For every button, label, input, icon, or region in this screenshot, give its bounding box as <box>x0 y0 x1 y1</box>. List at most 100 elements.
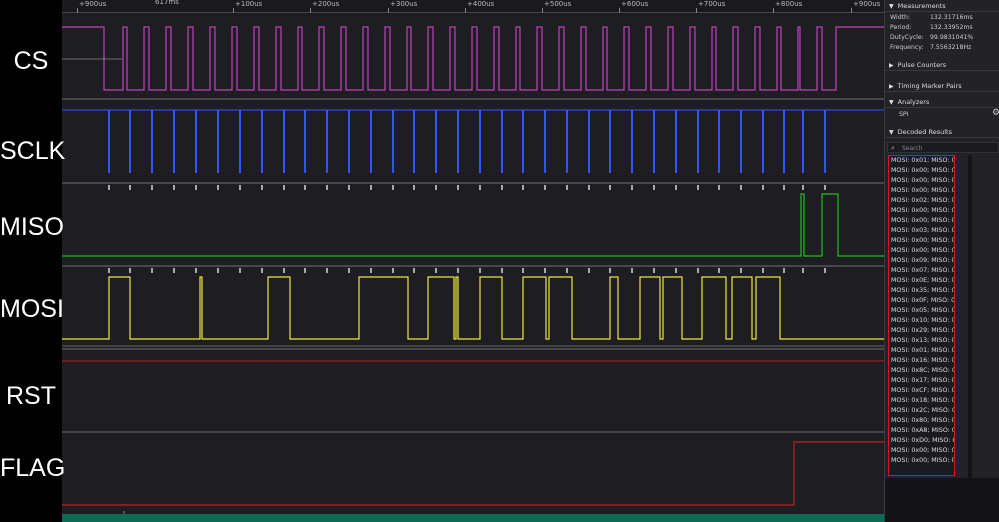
timing-marker-pairs-header[interactable]: ▶ Timing Marker Pairs <box>885 80 999 92</box>
ruler-tick-label: +500us <box>544 0 572 8</box>
ruler-tick-label: +200us <box>312 0 340 8</box>
miso-tick-mark <box>129 268 131 273</box>
decoded-result-row[interactable]: MOSI: 0x00; MISO: 0x00 <box>889 186 954 196</box>
miso-tick-mark <box>304 268 306 273</box>
decoded-result-row[interactable]: MOSI: 0x80; MISO: 0x00 <box>889 416 954 426</box>
miso-tick-mark <box>501 268 503 273</box>
channel-label-rst[interactable]: RST <box>0 381 62 411</box>
sclk-tick-mark <box>129 185 131 190</box>
miso-tick-mark <box>370 268 372 273</box>
analyzer-item-spi[interactable]: SPI <box>899 111 908 118</box>
decoded-result-row[interactable]: MOSI: 0x00; MISO: 0x00 <box>889 216 954 226</box>
decoded-result-row[interactable]: MOSI: 0xA8; MISO: 0x00 <box>889 426 954 436</box>
decoded-result-row[interactable]: MOSI: 0x8C; MISO: 0x00 <box>889 366 954 376</box>
sclk-tick-mark <box>304 185 306 190</box>
sclk-tick-mark <box>392 185 394 190</box>
miso-waveform <box>62 193 884 257</box>
measurements-header[interactable]: ▼ Measurements <box>885 0 999 12</box>
miso-tick-mark <box>217 268 219 273</box>
sclk-tick-mark <box>718 185 720 190</box>
decoded-results-header[interactable]: ▼ Decoded Results <box>885 126 999 138</box>
waveform-area[interactable] <box>62 13 884 522</box>
pulse-counters-header[interactable]: ▶ Pulse Counters <box>885 59 999 71</box>
decoded-result-row[interactable]: MOSI: 0x00; MISO: 0xFC <box>889 446 954 456</box>
decoded-result-row[interactable]: MOSI: 0x0E; MISO: 0x00 <box>889 276 954 286</box>
miso-tick-mark <box>802 268 804 273</box>
miso-tick-mark <box>740 268 742 273</box>
decoded-result-row[interactable]: MOSI: 0xD0; MISO: 0x00 <box>889 436 954 446</box>
sclk-tick-mark <box>697 185 699 190</box>
decoded-result-row[interactable]: MOSI: 0x03; MISO: 0x00 <box>889 226 954 236</box>
decoded-result-row[interactable]: MOSI: 0x16; MISO: 0x00 <box>889 356 954 366</box>
measure-frequency: Frequency: 7.5563218Hz <box>890 44 972 51</box>
decoded-result-row[interactable]: MOSI: 0x00; MISO: 0x13 <box>889 456 954 466</box>
analyzers-header[interactable]: ▼ Analyzers <box>885 96 999 108</box>
decoded-result-row[interactable]: MOSI: 0x2C; MISO: 0x00 <box>889 406 954 416</box>
sclk-tick-mark <box>283 185 285 190</box>
miso-tick-mark <box>697 268 699 273</box>
miso-tick-mark <box>609 268 611 273</box>
channel-label-flag[interactable]: FLAG <box>0 453 65 483</box>
search-input[interactable]: ⌕ Search <box>887 142 999 153</box>
sclk-tick-mark <box>435 185 437 190</box>
miso-tick-mark <box>653 268 655 273</box>
decoded-result-row[interactable]: MOSI: 0x07; MISO: 0x00 <box>889 266 954 276</box>
channel-label-sclk[interactable]: SCLK <box>0 136 65 166</box>
measure-width: Width: 132.31716ms <box>890 14 973 21</box>
miso-tick-mark <box>824 268 826 273</box>
search-icon: ⌕ <box>891 144 895 152</box>
miso-tick-mark <box>108 268 110 273</box>
sclk-tick-mark <box>217 185 219 190</box>
sclk-tick-mark <box>783 185 785 190</box>
decoded-result-row[interactable]: MOSI: 0x13; MISO: 0x00 <box>889 336 954 346</box>
time-ruler[interactable]: 617ms +900us +100us +200us +300us +400us +500… <box>62 0 884 13</box>
channel-label-cs[interactable]: CS <box>0 46 62 76</box>
miso-tick-mark <box>348 268 350 273</box>
measure-duty: DutyCycle: 99.9831041% <box>890 34 974 41</box>
sclk-tick-mark <box>566 185 568 190</box>
decoded-result-row[interactable]: MOSI: 0x00; MISO: 0x00 <box>889 236 954 246</box>
miso-tick-mark <box>588 268 590 273</box>
collapse-triangle-icon: ▼ <box>889 129 894 136</box>
decoded-result-row[interactable]: MOSI: 0x00; MISO: 0x00 <box>889 206 954 216</box>
decoded-result-row[interactable]: MOSI: 0x09; MISO: 0x00 <box>889 256 954 266</box>
flag-waveform <box>62 441 884 506</box>
decoded-result-row[interactable]: MOSI: 0x00; MISO: 0x00 <box>889 166 954 176</box>
miso-tick-mark <box>261 268 263 273</box>
sclk-tick-mark <box>108 185 110 190</box>
decoded-result-row[interactable]: MOSI: 0x00; MISO: 0x00 <box>889 246 954 256</box>
ruler-tick-label: +600us <box>621 0 649 8</box>
results-empty-area <box>885 478 999 522</box>
results-scrollbar[interactable] <box>968 155 972 515</box>
decoded-result-row[interactable]: MOSI: 0x02; MISO: 0x00 <box>889 196 954 206</box>
sclk-tick-mark <box>609 185 611 190</box>
decoded-result-row[interactable]: MOSI: 0x01; MISO: 0x00 <box>889 156 954 166</box>
miso-tick-mark <box>326 268 328 273</box>
decoded-result-row[interactable]: MOSI: 0x35; MISO: 0x00 <box>889 286 954 296</box>
sclk-tick-mark <box>239 185 241 190</box>
cursor-time-label: 617ms <box>155 0 179 6</box>
miso-tick-mark <box>435 268 437 273</box>
miso-tick-mark <box>783 268 785 273</box>
sclk-tick-mark <box>173 185 175 190</box>
decoded-result-row[interactable]: MOSI: 0x18; MISO: 0x00 <box>889 396 954 406</box>
decoded-result-row[interactable]: MOSI: 0xCF; MISO: 0x00 <box>889 386 954 396</box>
decoded-result-row[interactable]: MOSI: 0x17; MISO: 0x00 <box>889 376 954 386</box>
ruler-tick-label: +400us <box>467 0 495 8</box>
decoded-result-row[interactable]: MOSI: 0x01; MISO: 0x00 <box>889 346 954 356</box>
decoded-result-row[interactable]: MOSI: 0x29; MISO: 0x00 <box>889 326 954 336</box>
miso-tick-mark <box>195 268 197 273</box>
miso-tick-mark <box>151 268 153 273</box>
decoded-result-row[interactable]: MOSI: 0x10; MISO: 0x00 <box>889 316 954 326</box>
sclk-tick-mark <box>479 185 481 190</box>
channel-label-miso[interactable]: MISO <box>0 212 64 242</box>
decoded-result-row[interactable]: MOSI: 0x0F; MISO: 0x00 <box>889 296 954 306</box>
gear-icon[interactable]: ⚙ <box>992 108 999 118</box>
measure-period: Period: 132.33952ms <box>890 24 973 31</box>
miso-tick-mark <box>283 268 285 273</box>
decoded-result-row[interactable]: MOSI: 0x00; MISO: 0x00 <box>889 176 954 186</box>
timeline-scrollbar[interactable] <box>62 514 884 522</box>
decoded-result-row[interactable]: MOSI: 0x05; MISO: 0x00 <box>889 306 954 316</box>
decoded-results-list[interactable]: MOSI: 0x01; MISO: 0x00MOSI: 0x00; MISO: … <box>888 155 955 476</box>
channel-label-mosi[interactable]: MOSI <box>0 294 64 324</box>
